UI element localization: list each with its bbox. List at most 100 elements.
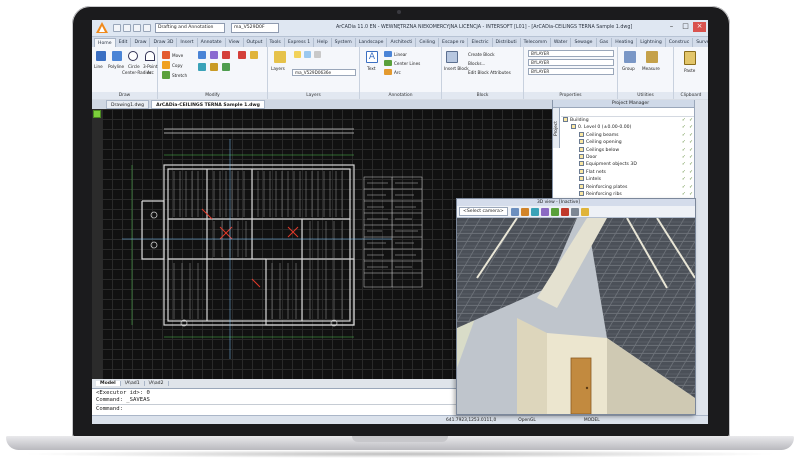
- polyline-button[interactable]: Polyline: [108, 64, 124, 69]
- move-button[interactable]: Move: [172, 53, 183, 58]
- arc-icon[interactable]: [145, 51, 155, 61]
- document-tab-ceilings[interactable]: ArCADia-CEILINGS TERNA Sample 1.dwg: [151, 100, 265, 109]
- layer-quick-select[interactable]: ma_V529D0F: [231, 23, 279, 33]
- ribbon-tab-water[interactable]: Water: [551, 38, 572, 47]
- layout-grid-icon[interactable]: [93, 110, 101, 118]
- group-icon[interactable]: [624, 51, 636, 63]
- visibility-toggle-icon[interactable]: ✓ ✓: [682, 139, 694, 146]
- layer-lock-icon[interactable]: [314, 51, 321, 58]
- paste-icon[interactable]: [684, 51, 696, 65]
- ribbon-tab-landscape[interactable]: Landscape: [356, 38, 388, 47]
- ribbon-tab-sewage[interactable]: Sewage: [571, 38, 597, 47]
- paste-button[interactable]: Paste: [684, 68, 695, 73]
- tree-item[interactable]: Ceiling opening ✓ ✓: [563, 139, 694, 146]
- ribbon-tab-express-1[interactable]: Express 1: [285, 38, 315, 47]
- orbit-icon[interactable]: [510, 207, 519, 216]
- insert-button[interactable]: Insert Block: [444, 66, 469, 71]
- copy-button[interactable]: Copy: [172, 63, 183, 68]
- ribbon-tab-construc[interactable]: Construc: [666, 38, 694, 47]
- edit-block-attributes-button[interactable]: Edit Block Attributes: [468, 70, 511, 75]
- layer-combo[interactable]: ma_V529D0636e: [292, 69, 356, 76]
- app-logo-icon[interactable]: [94, 20, 110, 36]
- ribbon-tab-insert[interactable]: Insert: [177, 38, 198, 47]
- ribbon-tab-ceiling[interactable]: Ceiling: [416, 38, 440, 47]
- visibility-toggle-icon[interactable]: ✓ ✓: [682, 169, 694, 176]
- ribbon-tab-home[interactable]: Home: [94, 38, 116, 47]
- arc-button[interactable]: Arc: [147, 70, 154, 75]
- text-icon[interactable]: A: [366, 51, 378, 63]
- blocks-button[interactable]: Blocks...: [468, 61, 486, 66]
- line-icon[interactable]: [96, 51, 106, 61]
- tree-item[interactable]: Equipment objects 3D ✓ ✓: [563, 161, 694, 168]
- document-tab-drawing1[interactable]: Drawing1.dwg: [106, 100, 150, 109]
- project-side-tab[interactable]: Project: [553, 108, 560, 148]
- fillet-icon[interactable]: [250, 51, 258, 59]
- stretch-icon[interactable]: [162, 71, 170, 79]
- ribbon-tab-system[interactable]: System: [332, 38, 356, 47]
- explode-icon[interactable]: [238, 51, 246, 59]
- scale-icon[interactable]: [198, 63, 206, 71]
- walk-icon[interactable]: [540, 207, 549, 216]
- tree-item[interactable]: Lintels ✓ ✓: [563, 176, 694, 183]
- ribbon-tab-edit[interactable]: Edit: [116, 38, 132, 47]
- new-file-icon[interactable]: [113, 24, 121, 32]
- camera-select[interactable]: <Select camera>: [459, 207, 508, 216]
- tab-model[interactable]: Model: [96, 381, 121, 386]
- light-icon[interactable]: [560, 207, 569, 216]
- visibility-toggle-icon[interactable]: ✓ ✓: [682, 132, 694, 139]
- lineweight-property[interactable]: BYLAYER: [528, 68, 614, 75]
- visibility-toggle-icon[interactable]: ✓ ✓: [682, 147, 694, 154]
- measure-button[interactable]: Measure: [642, 66, 660, 71]
- linear-button[interactable]: Linear: [394, 52, 407, 57]
- polyline-icon[interactable]: [112, 51, 122, 61]
- visibility-toggle-icon[interactable]: ✓ ✓: [682, 176, 694, 183]
- tree-item[interactable]: Building ✓ ✓: [563, 117, 694, 124]
- ribbon-tab-escape-ro[interactable]: Escape ro: [439, 38, 469, 47]
- ribbon-tab-draw-3d[interactable]: Draw 3D: [150, 38, 178, 47]
- settings-icon[interactable]: [570, 207, 579, 216]
- linetype-property[interactable]: BYLAYER: [528, 59, 614, 66]
- ribbon-tab-distributi[interactable]: Distributi: [493, 38, 521, 47]
- undo-icon[interactable]: [143, 24, 151, 32]
- trim-icon[interactable]: [210, 63, 218, 71]
- ribbon-tab-draw[interactable]: Draw: [131, 38, 151, 47]
- minimize-icon[interactable]: –: [665, 22, 678, 32]
- layers-button[interactable]: Layers: [271, 66, 285, 71]
- center-lines-icon[interactable]: [384, 60, 392, 66]
- tree-item[interactable]: 0. Level 0 (±0.00-0.00) ✓ ✓: [563, 124, 694, 131]
- ribbon-tab-architecti[interactable]: Architecti: [387, 38, 417, 47]
- erase-icon[interactable]: [222, 51, 230, 59]
- text-button[interactable]: Text: [367, 66, 375, 71]
- ribbon-tab-surveyor[interactable]: Surveyor: [693, 38, 708, 47]
- ribbon-tab-view[interactable]: View: [226, 38, 244, 47]
- measure-icon[interactable]: [646, 51, 658, 63]
- group-button[interactable]: Group: [622, 66, 635, 71]
- ribbon-tab-gas[interactable]: Gas: [597, 38, 613, 47]
- tree-item[interactable]: Reinforcing plates ✓ ✓: [563, 183, 694, 191]
- visibility-toggle-icon[interactable]: ✓ ✓: [682, 117, 694, 124]
- line-button[interactable]: Line: [94, 64, 103, 69]
- camera-icon[interactable]: [580, 207, 589, 216]
- center-lines-button[interactable]: Center Lines: [394, 61, 420, 66]
- visibility-toggle-icon[interactable]: ✓ ✓: [682, 161, 694, 168]
- move-icon[interactable]: [162, 51, 170, 59]
- workspace-select[interactable]: Drafting and Annotation: [155, 23, 225, 33]
- tree-item[interactable]: Door ✓ ✓: [563, 153, 694, 161]
- linear-dim-icon[interactable]: [384, 51, 392, 57]
- close-icon[interactable]: ×: [693, 22, 706, 32]
- ribbon-tab-annotate[interactable]: Annotate: [198, 38, 226, 47]
- space-indicator[interactable]: MODEL: [580, 418, 604, 423]
- three-point-button[interactable]: 3-Point: [143, 64, 158, 69]
- tree-item[interactable]: Flat nets ✓ ✓: [563, 168, 694, 176]
- mirror-icon[interactable]: [210, 51, 218, 59]
- maximize-icon[interactable]: □: [679, 22, 692, 32]
- color-property[interactable]: BYLAYER: [528, 50, 614, 57]
- ribbon-tab-lightning[interactable]: Lightning: [637, 38, 666, 47]
- layer-freeze-icon[interactable]: [304, 51, 311, 58]
- ribbon-tab-electric[interactable]: Electric: [468, 38, 493, 47]
- tree-item[interactable]: Ceilings below ✓ ✓: [563, 146, 694, 154]
- ribbon-tab-output[interactable]: Output: [244, 38, 267, 47]
- zoom-icon[interactable]: [530, 207, 539, 216]
- tab-layout-2[interactable]: \A\ad2: [145, 381, 169, 386]
- layer-on-icon[interactable]: [294, 51, 301, 58]
